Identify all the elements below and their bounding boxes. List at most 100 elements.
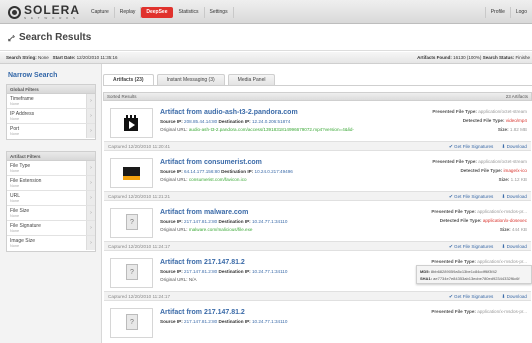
nav-right: Profile Logo — [484, 7, 532, 18]
chevron-right-icon[interactable]: › — [86, 161, 95, 175]
start-date-label: Start Date: — [52, 55, 76, 60]
filter-port[interactable]: Port None › — [7, 124, 95, 139]
presented-file-type: application/octet-stream — [478, 109, 527, 114]
original-url-link[interactable]: malware.com/malicious/file.exe — [189, 227, 253, 232]
artifact-thumbnail[interactable] — [110, 108, 153, 138]
source-ip[interactable]: 64.14.177.156:80 — [184, 169, 220, 174]
artifact-thumbnail[interactable]: ? — [110, 258, 153, 288]
filter-image-size[interactable]: Image Size None › — [7, 236, 95, 251]
checkmark-icon: ✔ — [448, 194, 454, 200]
original-url-value: N/A — [188, 277, 197, 282]
destination-ip[interactable]: 10.24.0.217:49496 — [255, 169, 293, 174]
search-status-label: Search Status: — [482, 55, 515, 60]
filter-file-type[interactable]: File Type None › — [7, 161, 95, 176]
artifact-title[interactable]: Artifact from 217.147.81.2 — [160, 259, 245, 266]
checkmark-icon: ✔ — [448, 144, 454, 150]
chevron-right-icon[interactable]: › — [86, 191, 95, 205]
source-ip[interactable]: 208.85.44.14:80 — [184, 119, 217, 124]
get-file-signatures-button[interactable]: ✔Get File Signatures — [449, 192, 494, 202]
get-file-signatures-button[interactable]: ✔Get File Signatures — [449, 292, 494, 302]
results-header: Sorted Results 23 Artifacts — [103, 92, 532, 101]
result-tabs: Artifacts (23) Instant Messaging (3) Med… — [103, 74, 278, 85]
download-button[interactable]: ⬇Download — [501, 242, 527, 252]
wrench-icon — [8, 34, 15, 42]
search-info-bar: Search String: None Start Date: 12/20/20… — [0, 52, 532, 64]
nav-deepsee[interactable]: DeepSee — [141, 7, 173, 18]
tab-media-panel[interactable]: Media Panel — [227, 74, 276, 85]
artifact-title[interactable]: Artifact from 217.147.81.2 — [160, 309, 245, 316]
filter-timeframe[interactable]: Timeframe None › — [7, 94, 95, 109]
source-ip[interactable]: 217.147.81.2:80 — [184, 219, 217, 224]
unknown-file-icon: ? — [126, 214, 138, 230]
nav-statistics[interactable]: Statistics — [174, 7, 205, 18]
chevron-right-icon[interactable]: › — [86, 176, 95, 190]
ico-image — [123, 167, 140, 180]
download-button[interactable]: ⬇Download — [501, 192, 527, 202]
download-button[interactable]: ⬇Download — [501, 292, 527, 302]
artifact-thumbnail[interactable] — [110, 158, 153, 188]
filter-file-signature[interactable]: File Signature None › — [7, 221, 95, 236]
nav-profile[interactable]: Profile — [484, 7, 510, 18]
artifact-title[interactable]: Artifact from consumerist.com — [160, 159, 262, 166]
source-ip[interactable]: 217.147.81.2:80 — [184, 269, 217, 274]
get-file-signatures-button[interactable]: ✔Get File Signatures — [449, 142, 494, 152]
tab-instant-messaging[interactable]: Instant Messaging (3) — [156, 74, 225, 85]
download-arrow-icon: ⬇ — [501, 194, 506, 200]
artifact-title[interactable]: Artifact from malware.com — [160, 209, 248, 216]
nav-settings[interactable]: Settings — [205, 7, 234, 18]
detected-file-type: video/mp4 — [505, 118, 527, 123]
download-arrow-icon: ⬇ — [501, 244, 506, 250]
nav-capture[interactable]: Capture — [86, 7, 115, 18]
file-size: 444 KB — [511, 227, 527, 232]
artifact-footer: Captured 12/20/2010 11:24:17 ✔Get File S… — [104, 291, 531, 301]
artifact-row: Artifact from consumerist.com Source IP:… — [104, 155, 531, 205]
filter-file-size[interactable]: File Size None › — [7, 206, 95, 221]
chevron-right-icon[interactable]: › — [86, 206, 95, 220]
get-file-signatures-button[interactable]: ✔Get File Signatures — [449, 242, 494, 252]
presented-file-type: application/x-msdos-pr... — [477, 309, 527, 314]
artifact-filters-group: Artifact Filters File Type None › File E… — [6, 151, 96, 252]
chevron-right-icon[interactable]: › — [86, 236, 95, 250]
chevron-right-icon[interactable]: › — [86, 94, 95, 108]
checkmark-icon: ✔ — [448, 294, 454, 300]
download-button[interactable]: ⬇Download — [501, 142, 527, 152]
artifact-title[interactable]: Artifact from audio-ash-t3-2.pandora.com — [160, 109, 298, 116]
start-date-value: 12/20/2010 11:35:16 — [76, 55, 118, 60]
results-panel: Sorted Results 23 Artifacts Artifact fro… — [103, 85, 532, 343]
narrow-search-sidebar: Narrow Search Global Filters Timeframe N… — [0, 64, 102, 343]
presented-file-type: application/x-msdos-pr... — [477, 259, 527, 264]
destination-ip[interactable]: 10.24.77.1:34110 — [252, 219, 287, 224]
video-icon — [124, 115, 138, 131]
original-url-link[interactable]: audio-ash-t3-2.pandora.com/access/139183… — [189, 127, 354, 132]
logo[interactable]: SOLERA N E T W O R K S — [8, 4, 80, 20]
artifact-thumbnail[interactable]: ? — [110, 308, 153, 338]
tab-artifacts[interactable]: Artifacts (23) — [103, 74, 154, 85]
checkmark-icon: ✔ — [448, 244, 454, 250]
results-count: 23 Artifacts — [505, 94, 528, 99]
nav-replay[interactable]: Replay — [115, 7, 142, 18]
unknown-file-icon: ? — [126, 314, 138, 330]
unknown-file-icon: ? — [126, 264, 138, 280]
source-ip[interactable]: 217.147.81.2:80 — [184, 319, 217, 324]
destination-ip[interactable]: 10.24.77.1:34110 — [252, 269, 287, 274]
detected-file-type: application/x-dosexec — [482, 218, 527, 223]
artifact-thumbnail[interactable]: ? — [110, 208, 153, 238]
filter-url[interactable]: URL None › — [7, 191, 95, 206]
original-url-link[interactable]: consumerist.com/favicon.ico — [189, 177, 247, 182]
download-arrow-icon: ⬇ — [501, 144, 506, 150]
artifacts-found-label: Artifacts Found: — [417, 55, 452, 60]
destination-ip[interactable]: 10.24.77.1:34110 — [252, 319, 287, 324]
detected-file-type: image/x-ico — [503, 168, 528, 173]
results-header-label: Sorted Results — [107, 94, 137, 99]
chevron-right-icon[interactable]: › — [86, 109, 95, 123]
artifact-filters-header: Artifact Filters — [7, 152, 95, 161]
page-title: Search Results — [19, 32, 92, 43]
artifact-footer: Captured 12/20/2010 11:24:17 ✔Get File S… — [104, 241, 531, 251]
chevron-right-icon[interactable]: › — [86, 124, 95, 138]
filter-ip-address[interactable]: IP Address None › — [7, 109, 95, 124]
nav-logout[interactable]: Logo — [509, 7, 532, 18]
chevron-right-icon[interactable]: › — [86, 221, 95, 235]
filter-file-extension[interactable]: File Extension None › — [7, 176, 95, 191]
destination-ip[interactable]: 12.24.0.206:51874 — [252, 119, 290, 124]
captured-time: 12/20/2010 11:24:17 — [128, 244, 170, 249]
